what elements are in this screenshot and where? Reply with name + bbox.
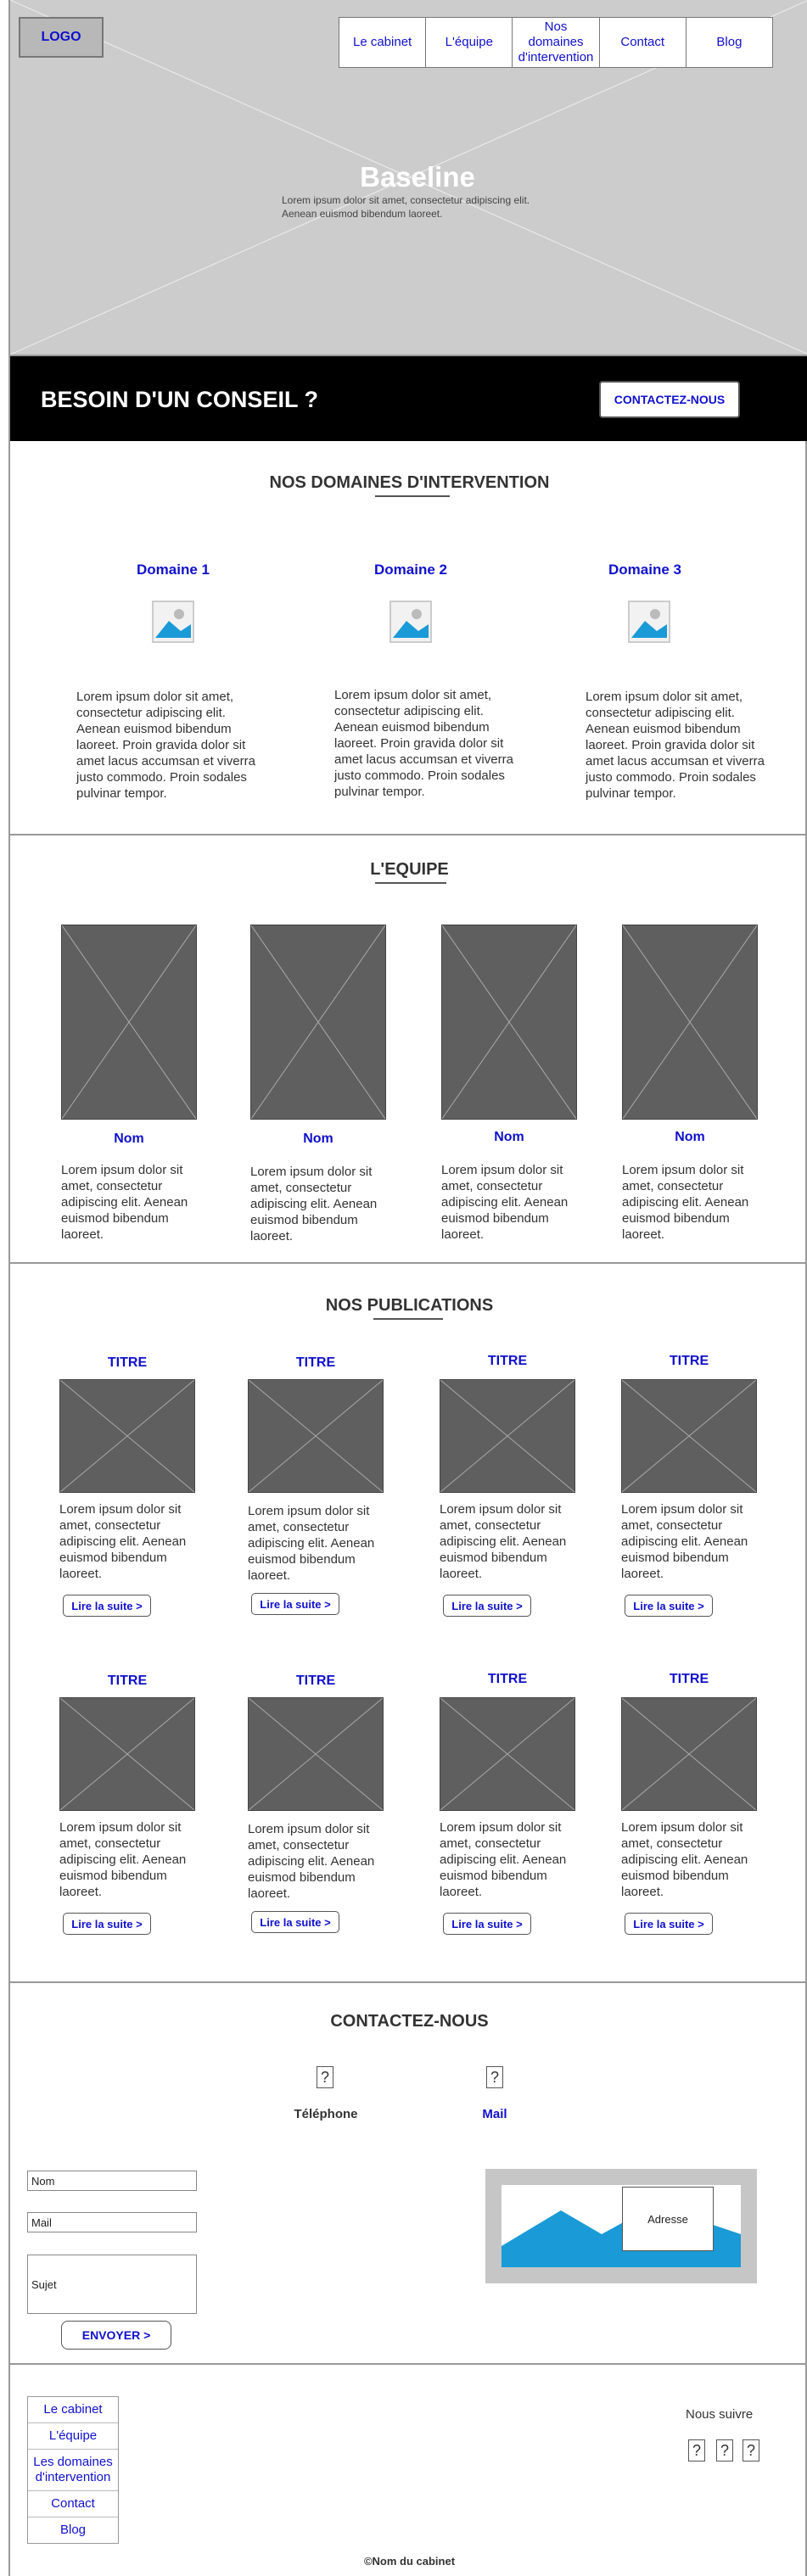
logo[interactable]: LOGO [19, 17, 104, 58]
team-title-underline [375, 882, 446, 884]
publication-image [440, 1379, 575, 1493]
main-nav: Le cabinet L'équipe Nos domaines d'inter… [339, 17, 773, 68]
member-photo [250, 925, 386, 1120]
read-more-button[interactable]: Lire la suite > [625, 1913, 713, 1935]
member-text: Lorem ipsum dolor sit amet, consectetur … [622, 1163, 749, 1242]
subject-field[interactable]: Sujet [27, 2255, 197, 2314]
publication-image [59, 1379, 195, 1493]
social-icon[interactable]: ? [688, 2439, 705, 2461]
cta-banner: BESOIN D'UN CONSEIL ? CONTACTEZ-NOUS [10, 356, 807, 441]
publications-title: NOS PUBLICATIONS [325, 1296, 494, 1315]
publication-text: Lorem ipsum dolor sit amet, consectetur … [621, 1502, 748, 1581]
publication-image [248, 1379, 384, 1493]
domain-3-title[interactable]: Domaine 3 [560, 562, 730, 578]
phone-label: Téléphone [294, 2107, 358, 2121]
section-divider [10, 1981, 807, 1983]
baseline-title: Baseline [360, 161, 475, 193]
publication-title[interactable]: TITRE [248, 1355, 384, 1371]
read-more-button[interactable]: Lire la suite > [63, 1595, 151, 1617]
read-more-button[interactable]: Lire la suite > [443, 1595, 531, 1617]
footer-nav: Le cabinet L'équipe Les domaines d'inter… [27, 2396, 119, 2544]
publication-title[interactable]: TITRE [440, 1672, 575, 1687]
footer-nav-cabinet[interactable]: Le cabinet [28, 2397, 118, 2423]
member-photo [622, 925, 758, 1120]
domain-1-title[interactable]: Domaine 1 [88, 562, 258, 578]
publication-image [621, 1379, 757, 1493]
image-icon [389, 601, 432, 643]
publication-title[interactable]: TITRE [440, 1354, 575, 1369]
nav-item-blog[interactable]: Blog [687, 18, 772, 67]
social-icon[interactable]: ? [716, 2439, 733, 2461]
cta-title: BESOIN D'UN CONSEIL ? [41, 387, 318, 412]
copyright: ©Nom du cabinet [363, 2555, 456, 2568]
team-title: L'EQUIPE [370, 860, 449, 879]
contact-us-button[interactable]: CONTACTEZ-NOUS [599, 381, 740, 418]
publication-image [621, 1697, 757, 1811]
domain-2-text: Lorem ipsum dolor sit amet, consectetur … [334, 688, 513, 799]
publication-text: Lorem ipsum dolor sit amet, consectetur … [621, 1820, 748, 1899]
nav-item-equipe[interactable]: L'équipe [426, 18, 513, 67]
read-more-button[interactable]: Lire la suite > [251, 1593, 339, 1615]
image-icon [628, 601, 670, 643]
domain-1-text: Lorem ipsum dolor sit amet, consectetur … [76, 690, 255, 801]
publication-text: Lorem ipsum dolor sit amet, consectetur … [59, 1820, 187, 1899]
nav-item-cabinet[interactable]: Le cabinet [339, 18, 427, 67]
publication-image [248, 1697, 384, 1811]
read-more-button[interactable]: Lire la suite > [443, 1913, 531, 1935]
footer-nav-contact[interactable]: Contact [28, 2491, 118, 2517]
publication-text: Lorem ipsum dolor sit amet, consectetur … [248, 1822, 375, 1901]
member-name[interactable]: Nom [441, 1130, 577, 1145]
publication-text: Lorem ipsum dolor sit amet, consectetur … [59, 1502, 187, 1581]
publication-title[interactable]: TITRE [248, 1674, 384, 1689]
footer-nav-domaines[interactable]: Les domaines d'intervention [28, 2450, 118, 2491]
publication-title[interactable]: TITRE [59, 1674, 195, 1689]
member-name[interactable]: Nom [61, 1132, 197, 1147]
read-more-button[interactable]: Lire la suite > [625, 1595, 713, 1617]
read-more-button[interactable]: Lire la suite > [251, 1911, 339, 1933]
member-text: Lorem ipsum dolor sit amet, consectetur … [441, 1163, 569, 1242]
read-more-button[interactable]: Lire la suite > [63, 1913, 151, 1935]
address-label: Adresse [622, 2187, 714, 2251]
name-field[interactable]: Nom [27, 2171, 197, 2191]
member-photo [61, 925, 197, 1120]
map[interactable]: Adresse [485, 2169, 757, 2283]
mail-label[interactable]: Mail [461, 2107, 529, 2121]
map-canvas: Adresse [502, 2185, 741, 2267]
social-icon[interactable]: ? [743, 2439, 759, 2461]
publication-title[interactable]: TITRE [621, 1672, 757, 1687]
section-divider [10, 2363, 807, 2365]
publications-title-underline [373, 1318, 443, 1320]
mail-field[interactable]: Mail [27, 2212, 197, 2232]
member-name[interactable]: Nom [250, 1132, 386, 1147]
member-text: Lorem ipsum dolor sit amet, consectetur … [61, 1163, 188, 1242]
section-divider [10, 1262, 807, 1264]
page: LOGO Le cabinet L'équipe Nos domaines d'… [8, 0, 807, 2576]
publication-text: Lorem ipsum dolor sit amet, consectetur … [440, 1820, 567, 1899]
mail-icon: ? [486, 2066, 503, 2088]
member-text: Lorem ipsum dolor sit amet, consectetur … [250, 1165, 378, 1243]
baseline-text: Lorem ipsum dolor sit amet, consectetur … [282, 194, 530, 220]
follow-label: Nous suivre [686, 2407, 754, 2422]
contact-title: CONTACTEZ-NOUS [330, 2012, 489, 2031]
send-button[interactable]: ENVOYER > [61, 2321, 171, 2350]
publication-image [59, 1697, 195, 1811]
phone-icon: ? [317, 2066, 333, 2088]
footer-nav-blog[interactable]: Blog [28, 2517, 118, 2543]
nav-item-domaines[interactable]: Nos domaines d'intervention [513, 18, 600, 67]
publication-title[interactable]: TITRE [59, 1355, 195, 1371]
publication-text: Lorem ipsum dolor sit amet, consectetur … [440, 1502, 567, 1581]
image-icon [152, 601, 194, 643]
member-photo [441, 925, 577, 1120]
domains-title-underline [375, 495, 450, 497]
section-divider [10, 834, 807, 835]
publication-image [440, 1697, 575, 1811]
member-name[interactable]: Nom [622, 1130, 758, 1145]
publication-title[interactable]: TITRE [621, 1354, 757, 1369]
nav-item-contact[interactable]: Contact [600, 18, 687, 67]
domains-title: NOS DOMAINES D'INTERVENTION [269, 473, 550, 492]
footer-nav-equipe[interactable]: L'équipe [28, 2423, 118, 2450]
domain-3-text: Lorem ipsum dolor sit amet, consectetur … [586, 690, 765, 801]
publication-text: Lorem ipsum dolor sit amet, consectetur … [248, 1504, 375, 1583]
domain-2-title[interactable]: Domaine 2 [326, 562, 496, 578]
